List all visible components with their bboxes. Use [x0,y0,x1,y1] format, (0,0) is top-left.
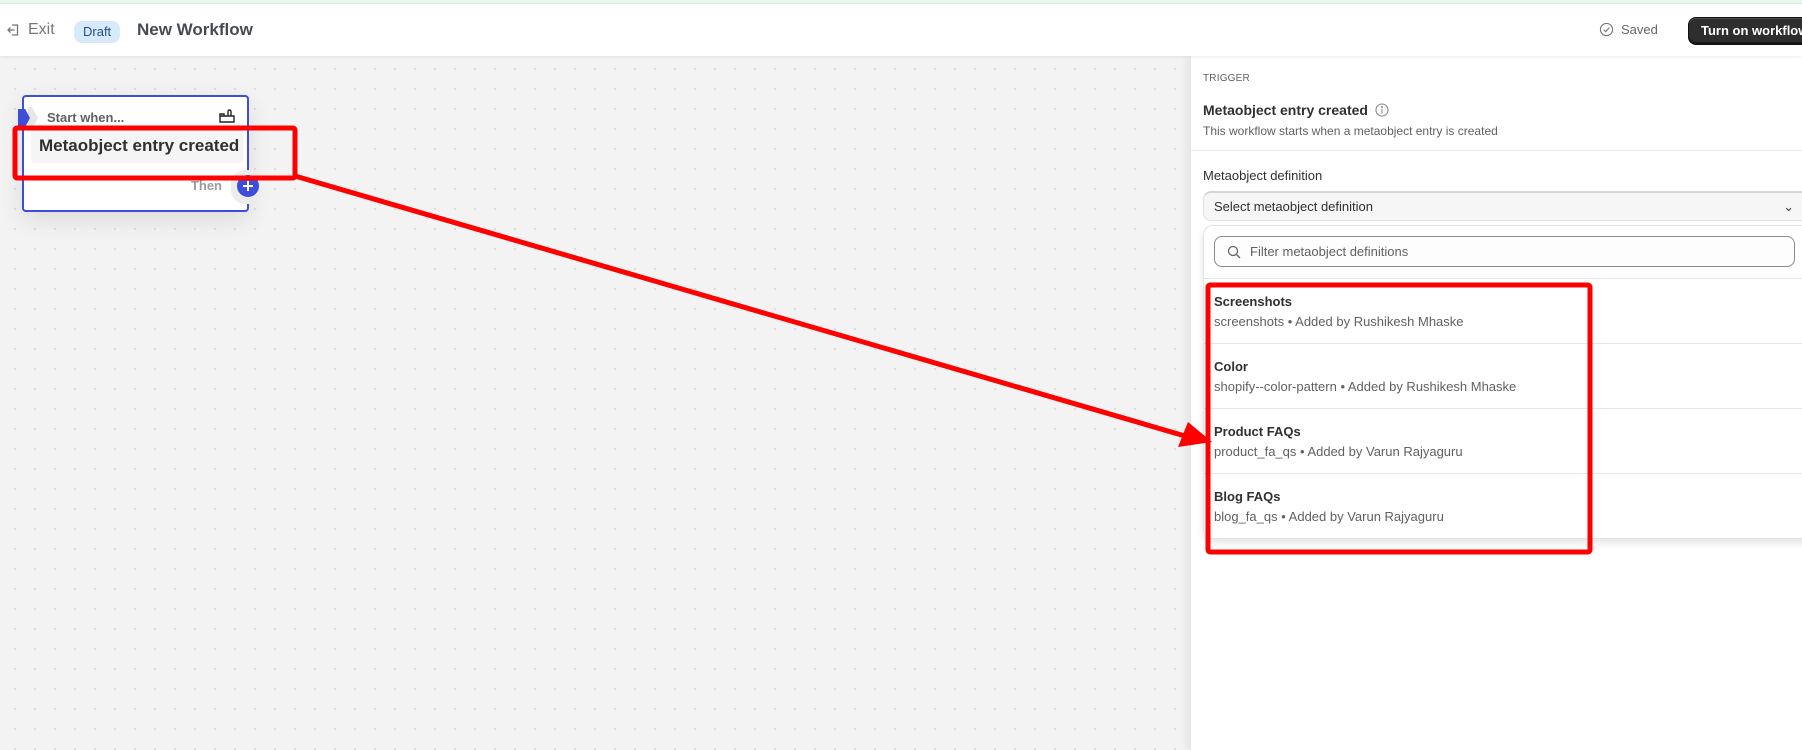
option-subtitle: blog_fa_qs • Added by Varun Rajyaguru [1214,509,1444,524]
saved-label: Saved [1621,22,1658,37]
shop-icon [219,109,235,123]
exit-icon [7,24,19,36]
exit-button[interactable]: Exit [6,21,55,39]
search-icon [1227,245,1241,258]
option-item[interactable]: Blog FAQs blog_fa_qs • Added by Varun Ra… [1204,474,1802,538]
top-bar: Exit Draft New Workflow Saved Turn on wo… [0,4,1802,56]
option-name: Screenshots [1214,294,1293,309]
turn-on-workflow-button[interactable]: Turn on workflow [1688,17,1802,45]
option-subtitle: shopify--color-pattern • Added by Rushik… [1214,379,1517,394]
definition-dropdown: Screenshots screenshots • Added by Rushi… [1203,225,1802,539]
info-icon[interactable] [1375,103,1389,117]
plus-icon [243,181,253,191]
chevron-down-icon: ⌄ [1783,199,1794,214]
panel-title-text: Metaobject entry created [1203,102,1368,118]
panel-description: This workflow starts when a metaobject e… [1203,124,1498,138]
filter-field[interactable] [1214,236,1795,267]
option-item[interactable]: Color shopify--color-pattern • Added by … [1204,344,1802,409]
trigger-node[interactable]: Start when... Metaobject entry created T… [18,95,259,212]
start-when-label: Start when... [47,110,125,125]
option-name: Product FAQs [1214,424,1301,439]
trigger-config-panel: TRIGGER Metaobject entry created This wo… [1190,56,1802,750]
then-label: Then [190,178,222,193]
trigger-name[interactable]: Metaobject entry created [31,128,243,163]
saved-status: Saved [1599,22,1658,37]
metaobject-definition-label: Metaobject definition [1203,168,1323,183]
option-subtitle: product_fa_qs • Added by Varun Rajyaguru [1214,444,1463,459]
status-badge: Draft [74,21,121,43]
filter-input[interactable] [1250,244,1770,259]
option-item[interactable]: Product FAQs product_fa_qs • Added by Va… [1204,409,1802,474]
exit-label: Exit [28,21,55,38]
select-placeholder: Select metaobject definition [1214,199,1373,214]
option-name: Blog FAQs [1214,489,1281,504]
panel-title: Metaobject entry created [1203,102,1389,118]
panel-divider [1191,150,1802,151]
option-subtitle: screenshots • Added by Rushikesh Mhaske [1214,314,1464,329]
definition-options: Screenshots screenshots • Added by Rushi… [1204,278,1802,538]
metaobject-definition-select[interactable]: Select metaobject definition ⌄ [1203,191,1802,221]
check-circle-icon [1599,22,1614,37]
option-item[interactable]: Screenshots screenshots • Added by Rushi… [1204,279,1802,344]
page-title[interactable]: New Workflow [137,20,253,40]
option-name: Color [1214,359,1248,374]
panel-kicker: TRIGGER [1203,73,1250,84]
add-step-button[interactable] [237,175,259,197]
